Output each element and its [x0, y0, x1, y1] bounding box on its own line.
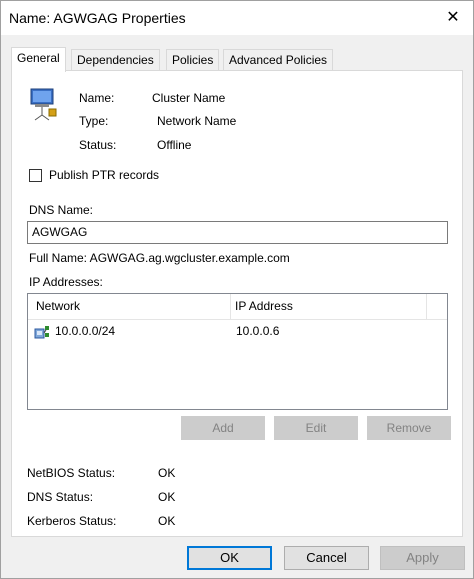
- dns-name-label: DNS Name:: [29, 203, 94, 217]
- close-icon[interactable]: ✕: [441, 6, 465, 30]
- tab-advanced-policies[interactable]: Advanced Policies: [223, 49, 334, 71]
- full-name-text: Full Name: AGWGAG.ag.wgcluster.example.c…: [29, 251, 290, 265]
- type-value: Network Name: [157, 114, 237, 128]
- network-cell: 10.0.0.0/24: [55, 324, 116, 338]
- cluster-name-icon: [30, 88, 57, 121]
- edit-button[interactable]: Edit: [274, 416, 358, 440]
- status-label: Status:: [79, 138, 117, 152]
- tab-general[interactable]: General: [11, 47, 66, 72]
- properties-dialog: Name: AGWGAG Properties ✕ General Depend…: [0, 0, 474, 579]
- remove-button[interactable]: Remove: [367, 416, 451, 440]
- add-button[interactable]: Add: [181, 416, 265, 440]
- column-separator[interactable]: [230, 294, 231, 319]
- ip-addresses-label: IP Addresses:: [29, 275, 103, 289]
- kerberos-status-label: Kerberos Status:: [27, 514, 117, 528]
- general-tab-panel: Name: Cluster Name Type: Network Name St…: [11, 70, 463, 537]
- status-value: Offline: [157, 138, 192, 152]
- column-ip-address[interactable]: IP Address: [235, 299, 293, 313]
- column-network[interactable]: Network: [36, 299, 80, 313]
- netbios-status-label: NetBIOS Status:: [27, 466, 116, 480]
- title-bar: Name: AGWGAG Properties ✕: [1, 1, 473, 35]
- kerberos-status-value: OK: [158, 514, 176, 528]
- dns-status-label: DNS Status:: [27, 490, 94, 504]
- tab-policies[interactable]: Policies: [166, 49, 220, 71]
- publish-ptr-checkbox[interactable]: [29, 169, 42, 182]
- name-value: Cluster Name: [152, 91, 226, 105]
- column-separator[interactable]: [426, 294, 427, 319]
- ok-button[interactable]: OK: [187, 546, 272, 570]
- list-item[interactable]: 10.0.0.0/24 10.0.0.6: [28, 321, 447, 343]
- network-icon: [34, 326, 49, 339]
- name-label: Name:: [79, 91, 115, 105]
- tab-dependencies[interactable]: Dependencies: [71, 49, 160, 71]
- window-title: Name: AGWGAG Properties: [9, 10, 186, 26]
- list-header: Network IP Address: [28, 294, 447, 320]
- ip-address-list[interactable]: Network IP Address 10.0.0.0/24 10.0.0.6: [27, 293, 448, 410]
- type-label: Type:: [79, 114, 109, 128]
- dns-status-value: OK: [158, 490, 176, 504]
- netbios-status-value: OK: [158, 466, 176, 480]
- publish-ptr-label[interactable]: Publish PTR records: [49, 168, 159, 182]
- apply-button[interactable]: Apply: [380, 546, 465, 570]
- dns-name-input[interactable]: AGWGAG: [27, 221, 448, 244]
- cancel-button[interactable]: Cancel: [284, 546, 369, 570]
- ip-address-cell: 10.0.0.6: [236, 324, 280, 338]
